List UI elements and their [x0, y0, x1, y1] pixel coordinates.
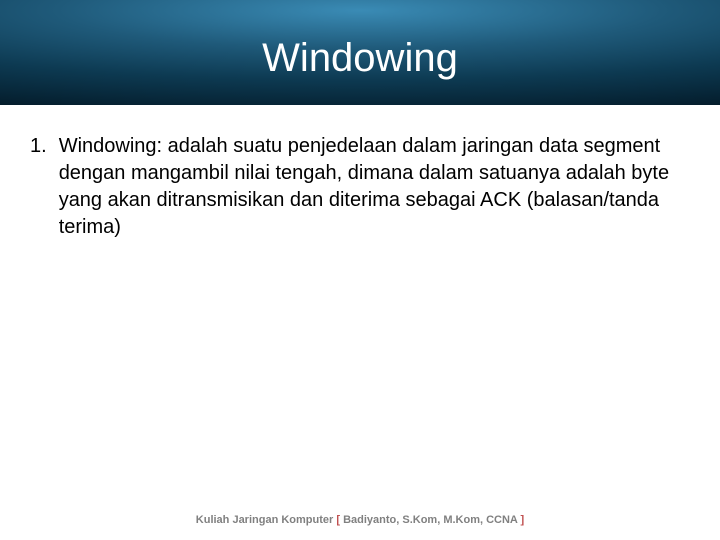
- footer-author: Badiyanto, S.Kom, M.Kom, CCNA: [343, 514, 517, 526]
- slide-content: 1. Windowing: adalah suatu penjedelaan d…: [0, 105, 720, 241]
- slide-footer: Kuliah Jaringan Komputer [ Badiyanto, S.…: [0, 510, 720, 528]
- list-item: 1. Windowing: adalah suatu penjedelaan d…: [30, 133, 690, 241]
- footer-text: Kuliah Jaringan Komputer [ Badiyanto, S.…: [196, 514, 524, 526]
- slide-title: Windowing: [262, 36, 458, 81]
- list-number: 1.: [30, 133, 47, 160]
- footer-prefix: Kuliah Jaringan Komputer: [196, 514, 337, 526]
- slide-header: Windowing: [0, 0, 720, 105]
- footer-bracket-close: ]: [517, 514, 524, 526]
- list-text: Windowing: adalah suatu penjedelaan dala…: [59, 133, 690, 241]
